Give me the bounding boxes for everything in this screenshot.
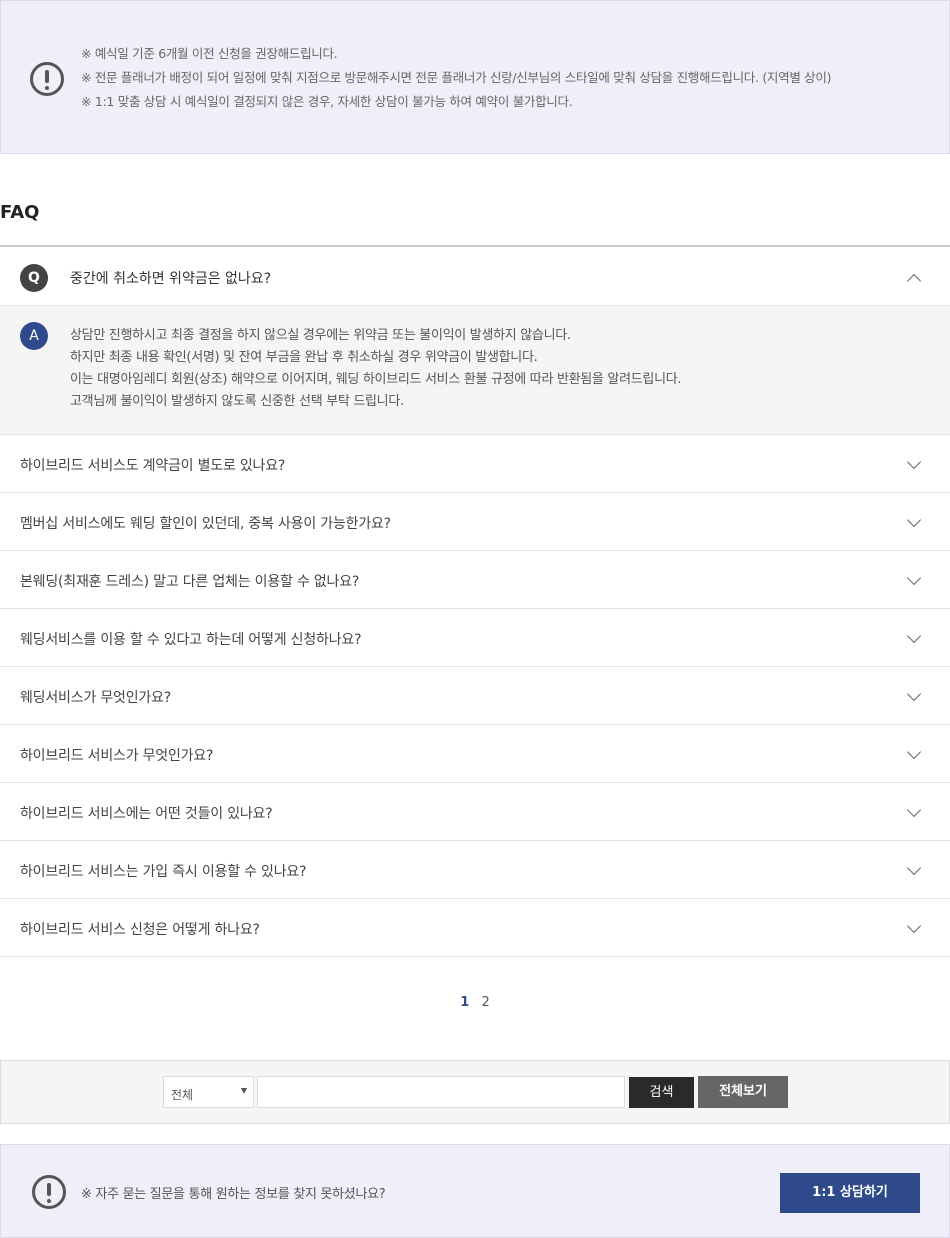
search-bar: 전체 검색 전체보기 <box>0 1060 950 1124</box>
chevron-down-icon[interactable] <box>906 628 922 644</box>
faq-answer-lines: 상담만 진행하시고 최종 결정을 하지 않으실 경우에는 위약금 또는 불이익이… <box>70 325 682 413</box>
a-badge: A <box>20 322 48 350</box>
faq-question-text: 웨딩서비스를 이용 할 수 있다고 하는데 어떻게 신청하나요? <box>20 632 362 648</box>
notice-lines: ※ 예식일 기준 6개월 이전 신청을 권장해드립니다. ※ 전문 플래너가 배… <box>81 42 831 114</box>
dropdown-arrow-icon <box>241 1088 247 1094</box>
pagination: 1 2 <box>0 995 950 1010</box>
faq-question-text: 멤버십 서비스에도 웨딩 할인이 있던데, 중복 사용이 가능한가요? <box>20 516 391 532</box>
chevron-down-icon[interactable] <box>906 860 922 876</box>
view-all-button[interactable]: 전체보기 <box>698 1076 788 1108</box>
search-button[interactable]: 검색 <box>629 1077 694 1108</box>
faq-question-text: 본웨딩(최재훈 드레스) 말고 다른 업체는 이용할 수 없나요? <box>20 574 360 590</box>
faq-question-text: 하이브리드 서비스에는 어떤 것들이 있나요? <box>20 806 273 822</box>
faq-answer: A 상담만 진행하시고 최종 결정을 하지 않으실 경우에는 위약금 또는 불이… <box>0 306 950 435</box>
faq-question-text: 하이브리드 서비스는 가입 즉시 이용할 수 있나요? <box>20 864 307 880</box>
notice-box-top: ※ 예식일 기준 6개월 이전 신청을 권장해드립니다. ※ 전문 플래너가 배… <box>0 0 950 154</box>
exclamation-circle-icon <box>30 62 64 96</box>
answer-line: 이는 대명아임레디 회원(상조) 해약으로 이어지며, 웨딩 하이브리드 서비스… <box>70 372 682 387</box>
chevron-down-icon[interactable] <box>906 570 922 586</box>
faq-list: Q 중간에 취소하면 위약금은 없나요? A 상담만 진행하시고 최종 결정을 … <box>0 245 950 957</box>
chevron-down-icon[interactable] <box>906 802 922 818</box>
answer-line: 상담만 진행하시고 최종 결정을 하지 않으실 경우에는 위약금 또는 불이익이… <box>70 328 571 343</box>
notice-bottom-text: ※ 자주 묻는 질문을 통해 원하는 정보를 찾지 못하셨나요? <box>81 1187 386 1202</box>
page-link-1[interactable]: 1 <box>460 995 469 1010</box>
faq-question-text: 하이브리드 서비스 신청은 어떻게 하나요? <box>20 922 260 938</box>
faq-item[interactable]: 하이브리드 서비스도 계약금이 별도로 있나요? <box>0 435 950 493</box>
faq-item[interactable]: 하이브리드 서비스에는 어떤 것들이 있나요? <box>0 783 950 841</box>
answer-line: 고객님께 불이익이 발생하지 않도록 신중한 선택 부탁 드립니다. <box>70 394 404 409</box>
faq-question-text: 하이브리드 서비스도 계약금이 별도로 있나요? <box>20 458 286 474</box>
chevron-down-icon[interactable] <box>906 918 922 934</box>
chevron-up-icon[interactable] <box>906 273 922 289</box>
faq-question-text: 웨딩서비스가 무엇인가요? <box>20 690 171 706</box>
faq-question-text: 중간에 취소하면 위약금은 없나요? <box>70 271 272 287</box>
faq-item[interactable]: 하이브리드 서비스 신청은 어떻게 하나요? <box>0 899 950 957</box>
faq-item[interactable]: 멤버십 서비스에도 웨딩 할인이 있던데, 중복 사용이 가능한가요? <box>0 493 950 551</box>
search-input[interactable] <box>257 1076 625 1108</box>
faq-open-question[interactable]: Q 중간에 취소하면 위약금은 없나요? <box>0 247 950 306</box>
notice-line: ※ 예식일 기준 6개월 이전 신청을 권장해드립니다. <box>81 46 338 61</box>
notice-line: ※ 전문 플래너가 배정이 되어 일정에 맞춰 지점으로 방문해주시면 전문 플… <box>81 70 832 85</box>
faq-title: FAQ <box>0 202 40 223</box>
faq-item[interactable]: 본웨딩(최재훈 드레스) 말고 다른 업체는 이용할 수 없나요? <box>0 551 950 609</box>
answer-line: 하지만 최종 내용 확인(서명) 및 잔여 부금을 완납 후 취소하실 경우 위… <box>70 350 538 365</box>
chevron-down-icon[interactable] <box>906 744 922 760</box>
faq-item[interactable]: 웨딩서비스가 무엇인가요? <box>0 667 950 725</box>
faq-question-text: 하이브리드 서비스가 무엇인가요? <box>20 748 214 764</box>
notice-line: ※ 1:1 맞춤 상담 시 예식일이 결정되지 않은 경우, 자세한 상담이 불… <box>81 94 573 109</box>
consult-button[interactable]: 1:1 상담하기 <box>780 1173 920 1213</box>
chevron-down-icon[interactable] <box>906 454 922 470</box>
select-value: 전체 <box>171 1088 194 1102</box>
faq-item[interactable]: 하이브리드 서비스는 가입 즉시 이용할 수 있나요? <box>0 841 950 899</box>
exclamation-circle-icon <box>32 1175 66 1209</box>
faq-item[interactable]: 하이브리드 서비스가 무엇인가요? <box>0 725 950 783</box>
q-badge: Q <box>20 264 48 292</box>
search-category-select[interactable]: 전체 <box>163 1076 254 1108</box>
chevron-down-icon[interactable] <box>906 512 922 528</box>
chevron-down-icon[interactable] <box>906 686 922 702</box>
notice-box-bottom: ※ 자주 묻는 질문을 통해 원하는 정보를 찾지 못하셨나요? 1:1 상담하… <box>0 1144 950 1238</box>
faq-item[interactable]: 웨딩서비스를 이용 할 수 있다고 하는데 어떻게 신청하나요? <box>0 609 950 667</box>
page-link-2[interactable]: 2 <box>481 995 489 1010</box>
